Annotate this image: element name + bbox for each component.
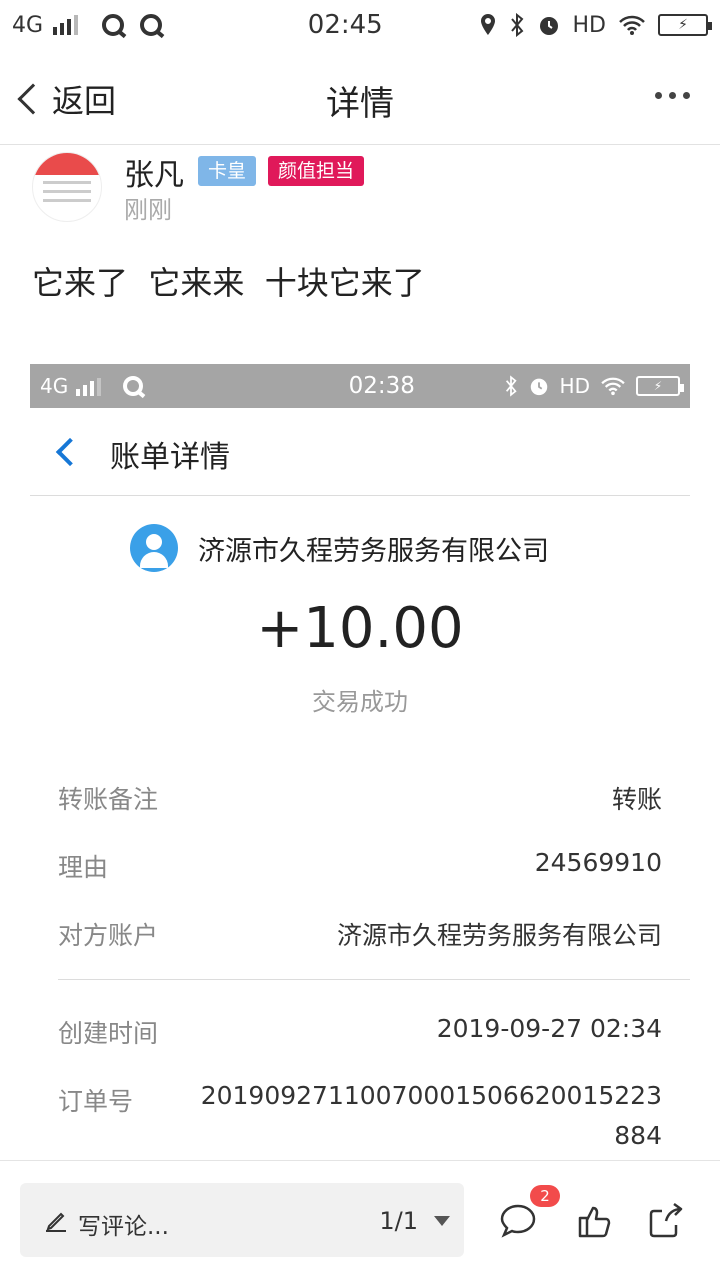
- post-header: 张凡 卡皇 颜值担当 刚刚: [32, 150, 692, 230]
- detail-key: 理由: [58, 853, 109, 882]
- divider: [58, 979, 690, 980]
- image-battery-icon: ⚡: [636, 376, 684, 396]
- page-title: 详情: [326, 84, 394, 124]
- pen-icon: [46, 1212, 66, 1232]
- detail-key: 创建时间: [58, 1019, 159, 1048]
- qq-icon-2: [140, 14, 163, 36]
- image-signal-icon: [76, 376, 102, 396]
- signal-icon: [53, 15, 79, 35]
- detail-value: 24569910: [534, 848, 662, 877]
- detail-value: 2019-09-27 02:34: [436, 1014, 662, 1043]
- image-qq-icon: [123, 376, 144, 396]
- image-status-time: 02:38: [348, 373, 415, 399]
- comment-icon[interactable]: [498, 1201, 538, 1241]
- badge-looks: 颜值担当: [268, 156, 365, 186]
- image-network-type: 4G: [40, 374, 69, 398]
- status-bar: 4G 02:45 HD ⚡: [0, 0, 720, 50]
- transaction-status: 交易成功: [312, 688, 408, 716]
- comment-placeholder: 写评论...: [78, 1214, 169, 1240]
- detail-key: 订单号: [58, 1087, 134, 1116]
- share-icon[interactable]: [646, 1201, 686, 1241]
- comment-count-badge: 2: [530, 1185, 560, 1207]
- detail-value: 济源市久程劳务服务有限公司: [336, 921, 662, 950]
- payee-name: 济源市久程劳务服务有限公司: [198, 535, 549, 567]
- status-time: 02:45: [307, 10, 383, 40]
- comment-input[interactable]: 写评论... 1/1: [20, 1183, 464, 1257]
- detail-key: 对方账户: [58, 921, 159, 950]
- image-wifi-icon: [601, 377, 625, 396]
- bluetooth-icon: [510, 13, 523, 37]
- caret-down-icon[interactable]: [434, 1216, 450, 1226]
- qq-icon: [102, 14, 125, 36]
- post-text: 它来了 它来来 十块它来了: [32, 264, 425, 302]
- network-type: 4G: [12, 12, 44, 38]
- wifi-icon: [619, 15, 645, 35]
- hd-label: HD: [572, 12, 606, 38]
- image-nav-bar: 账单详情: [30, 408, 690, 496]
- image-chevron-left-icon: [55, 437, 85, 467]
- page-indicator[interactable]: 1/1: [379, 1207, 418, 1235]
- image-bluetooth-icon: [505, 375, 517, 397]
- detail-key: 转账备注: [58, 785, 159, 814]
- payee: 济源市久程劳务服务有限公司: [130, 524, 549, 572]
- battery-icon: ⚡: [658, 14, 712, 36]
- image-status-bar: 4G 02:38 HD ⚡: [30, 364, 690, 408]
- nav-bar: 返回 详情: [0, 50, 720, 145]
- more-button[interactable]: [655, 92, 690, 99]
- image-alarm-icon: [530, 378, 547, 396]
- amount: +10.00: [256, 596, 464, 661]
- order-number: 20190927110070001506620015223884: [200, 1081, 662, 1150]
- thumbs-up-icon[interactable]: [574, 1201, 614, 1241]
- image-title: 账单详情: [110, 440, 230, 475]
- location-icon: [480, 14, 495, 35]
- bottom-bar: 写评论... 1/1 2: [0, 1160, 720, 1280]
- alarm-icon: [539, 17, 558, 35]
- detail-value: 转账: [611, 785, 662, 814]
- status-right: HD ⚡: [479, 12, 712, 38]
- user-icon: [130, 524, 178, 572]
- avatar[interactable]: [32, 152, 102, 222]
- badge-card-king: 卡皇: [198, 156, 257, 186]
- status-left: 4G: [12, 13, 272, 38]
- post-time: 刚刚: [124, 196, 172, 224]
- post-image[interactable]: 4G 02:38 HD ⚡ 账单详情 济源市久程劳务服务有限公司 +10.00 …: [30, 364, 690, 1164]
- image-hd-label: HD: [559, 374, 590, 398]
- author-name[interactable]: 张凡: [124, 150, 184, 194]
